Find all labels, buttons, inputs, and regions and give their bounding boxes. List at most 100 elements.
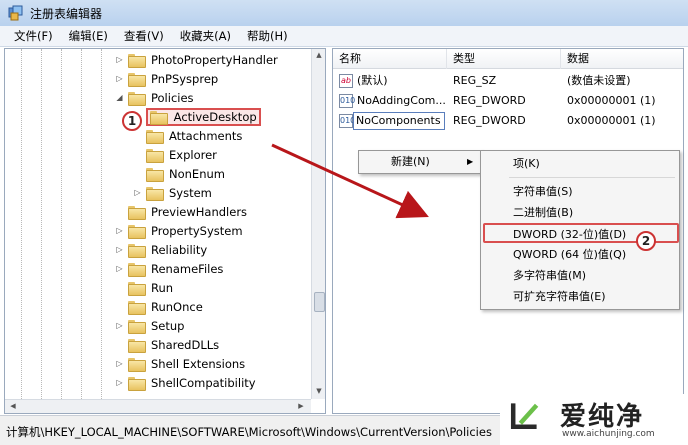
folder-icon [128,243,146,258]
tree-node-selected[interactable]: ActiveDesktop [133,107,261,126]
selected-node-text: ActiveDesktop [173,109,257,124]
expand-arrow-icon[interactable]: ▷ [115,321,124,330]
tree-node[interactable]: ▷ PhotoPropertyHandler [115,50,281,69]
tree-node[interactable]: RunOnce [115,297,206,316]
expand-arrow-icon[interactable]: ▷ [115,264,124,273]
tree-vertical-scrollbar[interactable]: ▲ ▼ [311,49,325,399]
tree-node-label: ShellCompatibility [151,375,256,390]
column-data[interactable]: 数据 [561,49,683,69]
submenu-arrow-icon: ▶ [467,157,474,166]
menu-item-new[interactable]: 新建(N) [391,152,430,172]
binary-value-icon: 010 [339,114,355,128]
watermark: 爱纯净 www.aichunjing.com [500,394,688,445]
folder-icon [128,205,146,220]
value-name: (默认) [357,74,388,87]
list-item[interactable]: 010 NoAddingCom... REG_DWORD 0x00000001 … [333,91,683,111]
brand-name: 爱纯净 [560,402,645,432]
tree-node-label: PhotoPropertyHandler [151,52,278,67]
submenu-item-multistring[interactable]: 多字符串值(M) [513,266,586,286]
tree-node[interactable]: ▷ Shell Extensions [115,354,248,373]
tree-horizontal-scrollbar[interactable]: ◀ ▶ [5,399,311,413]
tree-node-label: System [169,185,212,200]
expand-arrow-icon[interactable]: ▷ [115,226,124,235]
tree-node-label: SharedDLLs [151,337,220,352]
submenu-item-qword[interactable]: QWORD (64 位)值(Q) [513,245,626,265]
expand-arrow-icon [133,131,142,140]
menu-favorites[interactable]: 收藏夹(A) [172,28,239,44]
menu-help[interactable]: 帮助(H) [239,28,296,44]
tree-node[interactable]: NonEnum [133,164,228,183]
folder-icon [146,167,164,182]
expand-arrow-icon [115,283,124,292]
folder-icon [128,53,146,68]
folder-icon [146,129,164,144]
tree-node[interactable]: ▷ PnPSysprep [115,69,221,88]
menu-view[interactable]: 查看(V) [116,28,172,44]
step-badge-1: 1 [122,111,142,131]
list-item[interactable]: ab (默认) REG_SZ (数值未设置) [333,71,683,91]
expand-arrow-icon[interactable]: ▷ [115,359,124,368]
submenu-item-key[interactable]: 项(K) [513,154,540,174]
menu-separator [509,177,675,178]
submenu-item-expandable-string[interactable]: 可扩充字符串值(E) [513,287,606,307]
tree-node[interactable]: ▷ PropertySystem [115,221,246,240]
registry-tree[interactable]: ▷ PhotoPropertyHandler ▷ PnPSysprep ◢ Po… [4,48,326,414]
expand-arrow-icon[interactable]: ▷ [133,188,142,197]
new-submenu: 项(K) 字符串值(S) 二进制值(B) DWORD (32-位)值(D) QW… [480,150,680,310]
list-item[interactable]: 010 NoComponents REG_DWORD 0x00000001 (1… [333,111,683,131]
scroll-thumb[interactable] [314,292,325,312]
expand-arrow-icon[interactable]: ▷ [115,378,124,387]
binary-value-icon: 010 [339,94,355,108]
tree-node[interactable]: Explorer [133,145,220,164]
tree-node[interactable]: SharedDLLs [115,335,222,354]
value-data: 0x00000001 (1) [567,94,656,107]
tree-node-label: Explorer [169,147,217,162]
step-badge-2: 2 [636,231,656,251]
tree-node-label: Reliability [151,242,208,257]
tree-guide-line [41,49,42,413]
tree-node[interactable]: Attachments [133,126,245,145]
value-type: REG_DWORD [453,114,526,127]
tree-node-label: NonEnum [169,166,225,181]
value-type: REG_DWORD [453,94,526,107]
value-type: REG_SZ [453,74,497,87]
tree-node-label: Setup [151,318,185,333]
tree-node-label: Policies [151,90,194,105]
list-header: 名称 类型 数据 [333,49,683,69]
menu-edit[interactable]: 编辑(E) [61,28,116,44]
expand-arrow-icon [133,169,142,178]
tree-node[interactable]: ▷ Reliability [115,240,210,259]
tree-node-label: Run [151,280,174,295]
brand-logo-icon [510,403,539,430]
expand-arrow-icon [133,150,142,159]
scroll-left-icon[interactable]: ◀ [7,402,19,410]
tree-node[interactable]: PreviewHandlers [115,202,250,221]
tree-node[interactable]: ▷ RenameFiles [115,259,226,278]
folder-icon [128,224,146,239]
tree-node-label: Attachments [169,128,243,143]
rename-input[interactable]: NoComponents [353,112,445,130]
folder-icon [128,281,146,296]
tree-node[interactable]: ▷ System [133,183,215,202]
expand-arrow-icon[interactable]: ▷ [115,245,124,254]
expand-arrow-icon [115,302,124,311]
column-name[interactable]: 名称 [333,49,447,69]
scroll-right-icon[interactable]: ▶ [295,402,307,410]
folder-icon [128,72,146,87]
submenu-item-string[interactable]: 字符串值(S) [513,182,573,202]
tree-node[interactable]: Run [115,278,176,297]
scroll-up-icon[interactable]: ▲ [313,51,325,59]
tree-node[interactable]: ▷ Setup [115,316,187,335]
collapse-arrow-icon[interactable]: ◢ [115,93,124,102]
tree-node[interactable]: ◢ Policies [115,88,197,107]
expand-arrow-icon[interactable]: ▷ [115,55,124,64]
scroll-down-icon[interactable]: ▼ [313,387,325,395]
expand-arrow-icon[interactable]: ▷ [115,74,124,83]
tree-node[interactable]: ▷ ShellCompatibility [115,373,259,392]
tree-node-label: RunOnce [151,299,203,314]
menu-file[interactable]: 文件(F) [6,28,61,44]
value-data: 0x00000001 (1) [567,114,656,127]
submenu-item-binary[interactable]: 二进制值(B) [513,203,573,223]
column-type[interactable]: 类型 [447,49,561,69]
folder-icon [128,357,146,372]
